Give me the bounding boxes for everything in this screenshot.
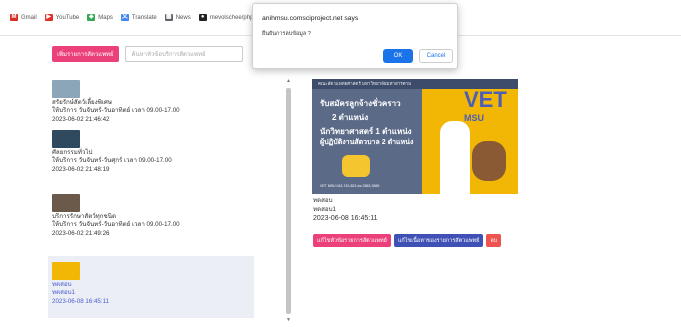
bookmark-label: Gmail: [21, 14, 37, 21]
poster-line-2: 2 ตำแหน่ง: [332, 113, 369, 122]
item-hours: ทดสอบ1: [52, 289, 75, 297]
item-hours: ให้บริการ วันจันทร์-วันอาทิตย์ เวลา 09.0…: [52, 221, 180, 229]
item-hours: ให้บริการ วันจันทร์-วันอาทิตย์ เวลา 09.0…: [52, 107, 180, 115]
bookmark-youtube[interactable]: ▶ YouTube: [44, 14, 80, 21]
detail-actions: แก้ไขหัวข้อรายการสัตวแพทย์ แก้ไขเนื้อหาข…: [313, 234, 502, 247]
scroll-up-icon[interactable]: ▲: [286, 78, 291, 84]
item-thumbnail: [52, 194, 80, 212]
bookmark-gmail[interactable]: M Gmail: [10, 14, 37, 21]
veterinarian-figure: [440, 121, 470, 194]
bookmark-maps[interactable]: ◆ Maps: [87, 14, 113, 21]
list-item-selected[interactable]: ทดสอบ ทดสอบ1 2023-06-08 16:45:11: [48, 256, 254, 318]
item-thumbnail: [52, 130, 80, 148]
scroll-down-icon[interactable]: ▼: [286, 317, 291, 323]
toolbar: เพิ่มรายการสัตวแพทย์ ค้นหาหัวข้อบริการสั…: [52, 46, 243, 62]
dog-figure: [472, 141, 506, 181]
dialog-message: ยืนยันการลบข้อมูล ?: [262, 31, 311, 37]
confirm-dialog: anihmsu.comsciproject.net says ยืนยันการ…: [252, 3, 458, 69]
maps-icon: ◆: [87, 14, 96, 21]
bookmark-label: Maps: [98, 14, 113, 21]
edit-content-button[interactable]: แก้ไขเนื้อหาของรายการสัตวแพทย์: [393, 234, 484, 247]
add-vet-service-button[interactable]: เพิ่มรายการสัตวแพทย์: [52, 46, 119, 62]
poster-line-1: รับสมัครลูกจ้างชั่วคราว: [320, 99, 401, 108]
item-thumbnail: [52, 262, 80, 280]
item-thumbnail: [52, 80, 80, 98]
poster-footer: VET MSU 043-742-823 ต่อ 3363-3369: [320, 184, 380, 188]
bookmark-label: News: [175, 14, 191, 21]
list-item[interactable]: บริการรักษาสัตว์ทุกชนิด ให้บริการ วันจัน…: [52, 194, 250, 238]
dialog-title: anihmsu.comsciproject.net says: [262, 15, 359, 22]
news-icon: ▦: [164, 14, 173, 21]
item-date: 2023-06-02 21:46:42: [52, 115, 110, 123]
poster-logo-msu: MSU: [464, 113, 484, 123]
poster-line-4: ผู้ปฏิบัติงานสัตวบาล 2 ตำแหน่ง: [320, 139, 414, 146]
translate-icon: 文: [120, 14, 129, 21]
list-scrollbar[interactable]: ▲ ▼: [285, 78, 292, 324]
youtube-icon: ▶: [44, 14, 53, 21]
bookmark-label: YouTube: [55, 14, 80, 21]
item-date: 2023-06-08 16:45:11: [52, 297, 109, 305]
dialog-ok-button[interactable]: OK: [383, 49, 413, 63]
service-poster-image: คณะสัตวแพทยศาสตร์ มหาวิทยาลัยมหาสารคาม ร…: [312, 79, 518, 194]
item-date: 2023-06-02 21:49:26: [52, 229, 110, 237]
detail-subtitle: ทดสอบ1: [313, 206, 336, 213]
list-item[interactable]: สรัยรักษ์สัตว์เลี้ยงพิเศษ ให้บริการ วันจ…: [52, 80, 250, 124]
item-title: ทดสอบ: [52, 281, 72, 288]
edit-topic-button[interactable]: แก้ไขหัวข้อรายการสัตวแพทย์: [313, 234, 391, 247]
list-item[interactable]: ศัลยกรรมทั่วไป ให้บริการ วันจันทร์-วันศุ…: [52, 130, 250, 174]
scrollbar-thumb[interactable]: [286, 88, 291, 314]
delete-button[interactable]: ลบ: [486, 234, 502, 247]
dialog-cancel-button[interactable]: Cancel: [419, 49, 453, 63]
detail-title: ทดสอบ: [313, 197, 333, 204]
gmail-icon: M: [10, 14, 18, 21]
poster-logo-vet: VET: [464, 87, 507, 112]
item-date: 2023-06-02 21:48:19: [52, 165, 110, 173]
service-list: สรัยรักษ์สัตว์เลี้ยงพิเศษ ให้บริการ วันจ…: [48, 76, 254, 320]
item-hours: ให้บริการ วันจันทร์-วันศุกร์ เวลา 09.00-…: [52, 157, 172, 165]
detail-date: 2023-06-08 16:45:11: [313, 215, 378, 222]
bookmark-news[interactable]: ▦ News: [164, 14, 191, 21]
github-icon: ●: [198, 14, 207, 21]
heart-icon: [342, 155, 370, 177]
detail-info: ทดสอบ ทดสอบ1 2023-06-08 16:45:11: [313, 196, 377, 223]
bookmark-translate[interactable]: 文 Translate: [120, 14, 157, 21]
bookmark-label: Translate: [131, 14, 157, 21]
search-input[interactable]: ค้นหาหัวข้อบริการสัตวแพทย์: [124, 46, 243, 62]
